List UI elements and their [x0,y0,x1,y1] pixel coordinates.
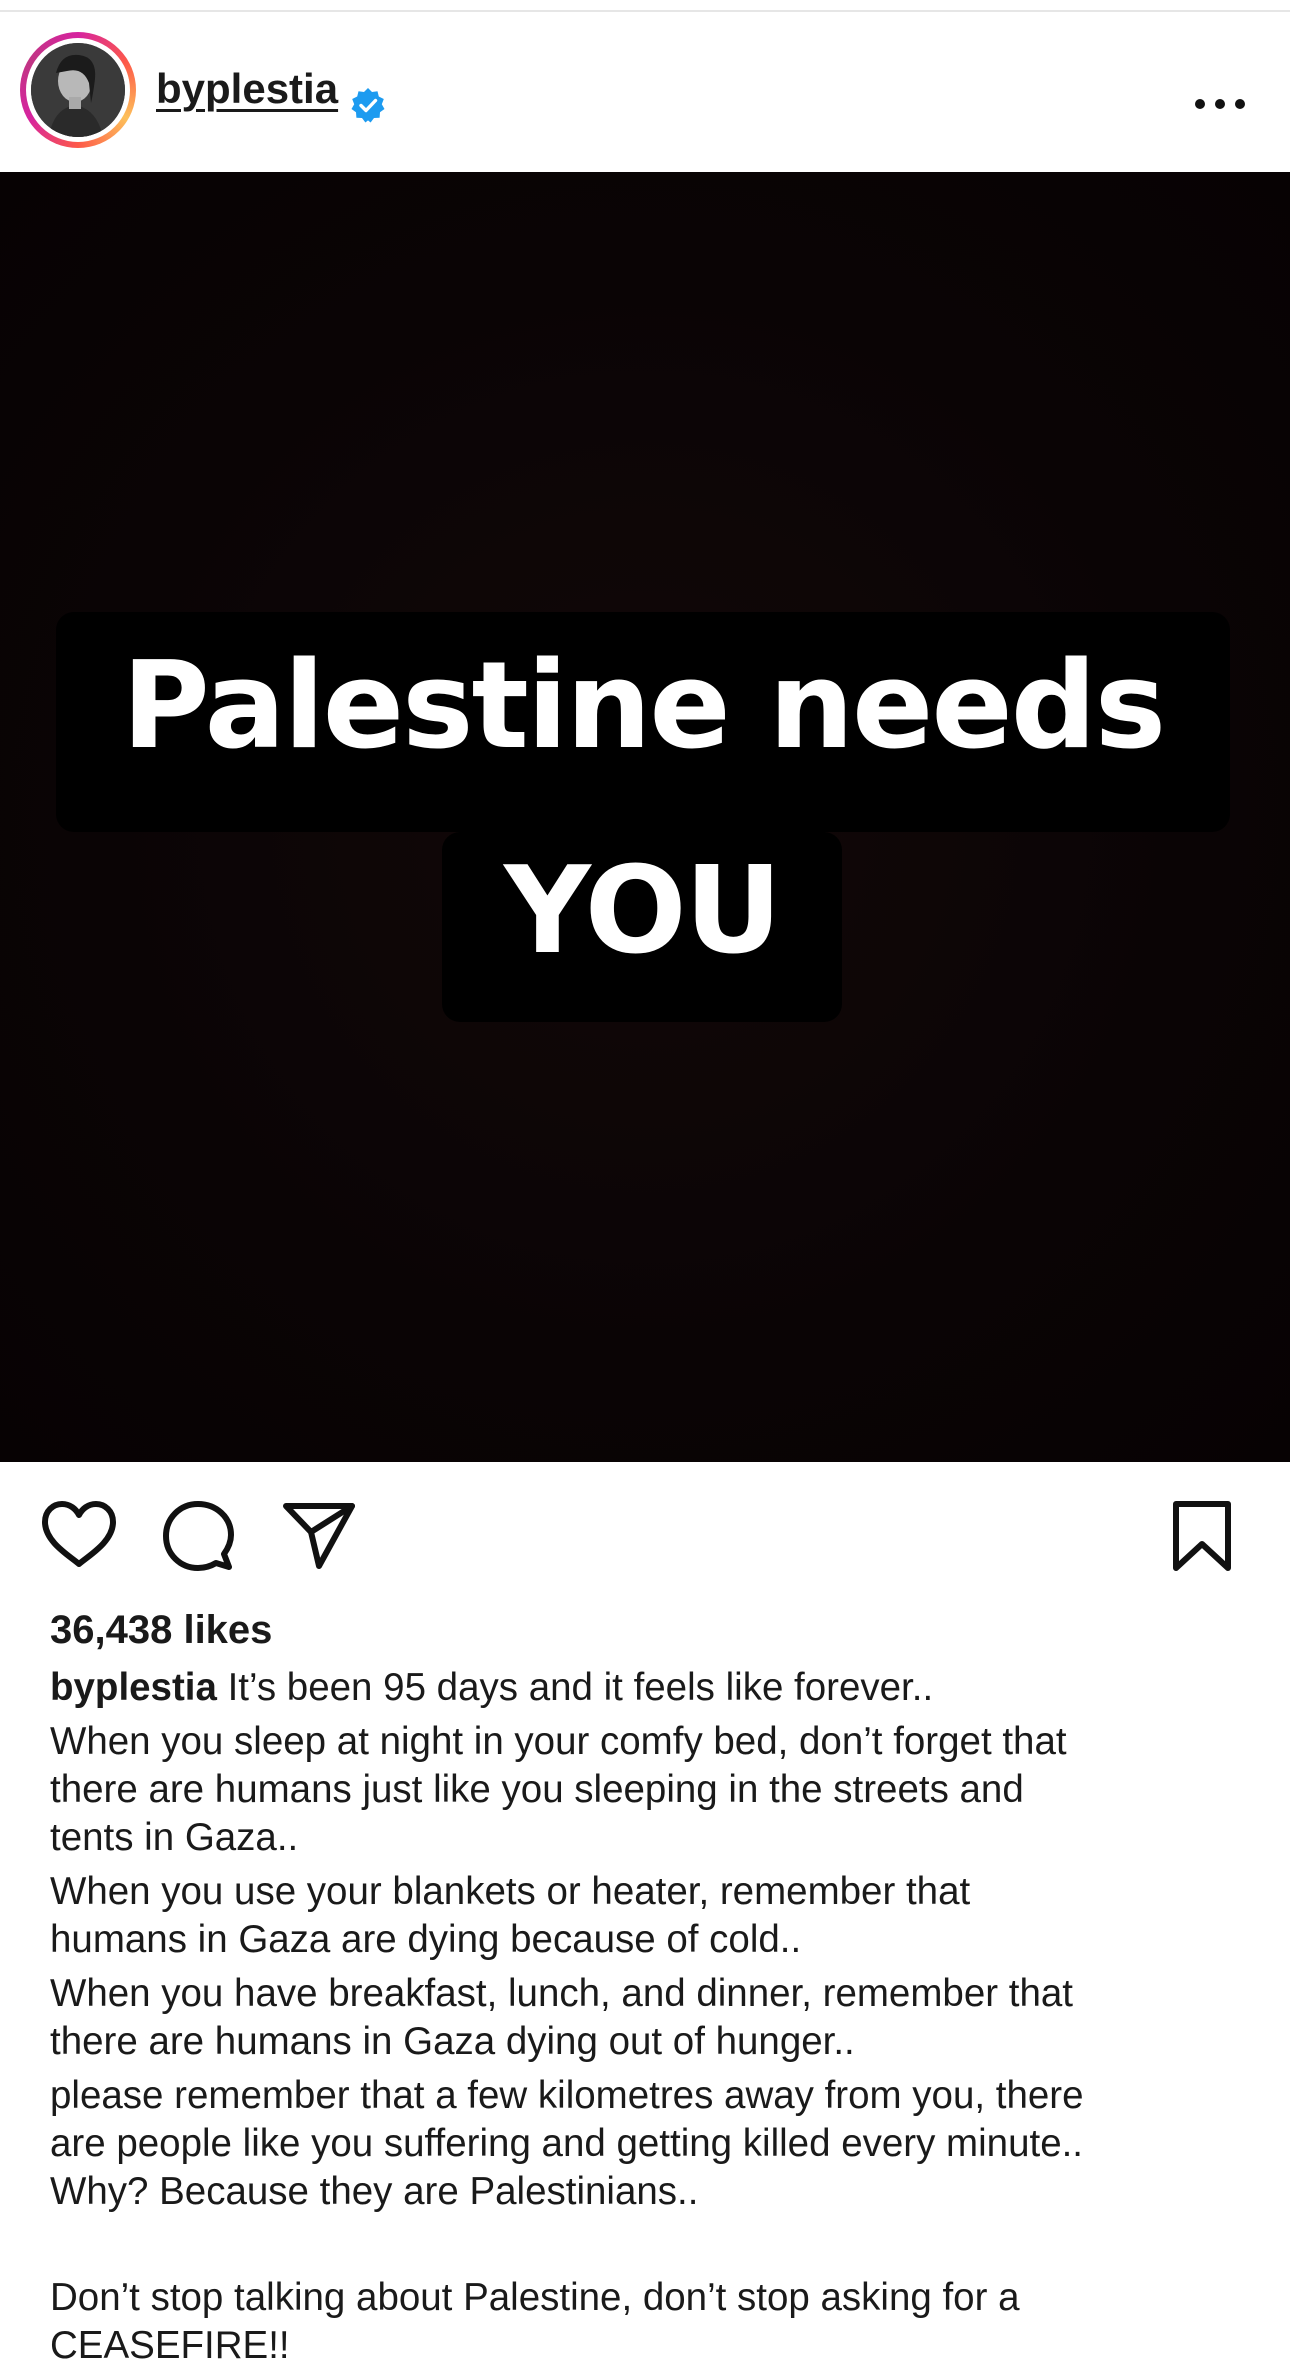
bookmark-icon[interactable] [1168,1500,1236,1572]
more-options-icon[interactable] [1190,82,1250,126]
post-caption: byplestia It’s been 95 days and it feels… [50,1664,1250,2370]
post-image-headline-emphasis: YOU [503,842,782,981]
comment-bubble-icon[interactable] [162,1500,234,1572]
story-ring-avatar[interactable] [20,32,136,148]
caption-paragraph: When you sleep at night in your comfy be… [50,1720,1067,1859]
post-username[interactable]: byplestia [156,64,338,114]
caption-paragraph: Don’t stop talking about Palestine, don’… [50,2276,1020,2367]
heart-icon[interactable] [40,1500,118,1570]
caption-first-line: byplestia It’s been 95 days and it feels… [50,1664,1250,1712]
caption-paragraph: When you have breakfast, lunch, and dinn… [50,1972,1073,2063]
post-header: byplestia [0,12,1290,172]
caption-paragraph: please remember that a few kilometres aw… [50,2074,1084,2213]
caption-paragraph: When you use your blankets or heater, re… [50,1870,971,1961]
post-image-headline: Palestine needs [121,637,1166,776]
avatar[interactable] [31,43,125,137]
likes-count[interactable]: 36,438 likes [50,1604,272,1656]
post-image[interactable]: Palestine needs YOU [0,172,1290,1462]
caption-username[interactable]: byplestia [50,1666,217,1709]
profile-photo-icon [31,43,125,137]
caption-opening: It’s been 95 days and it feels like fore… [227,1666,934,1709]
paper-plane-icon[interactable] [282,1500,356,1570]
verified-badge-icon [351,88,385,123]
